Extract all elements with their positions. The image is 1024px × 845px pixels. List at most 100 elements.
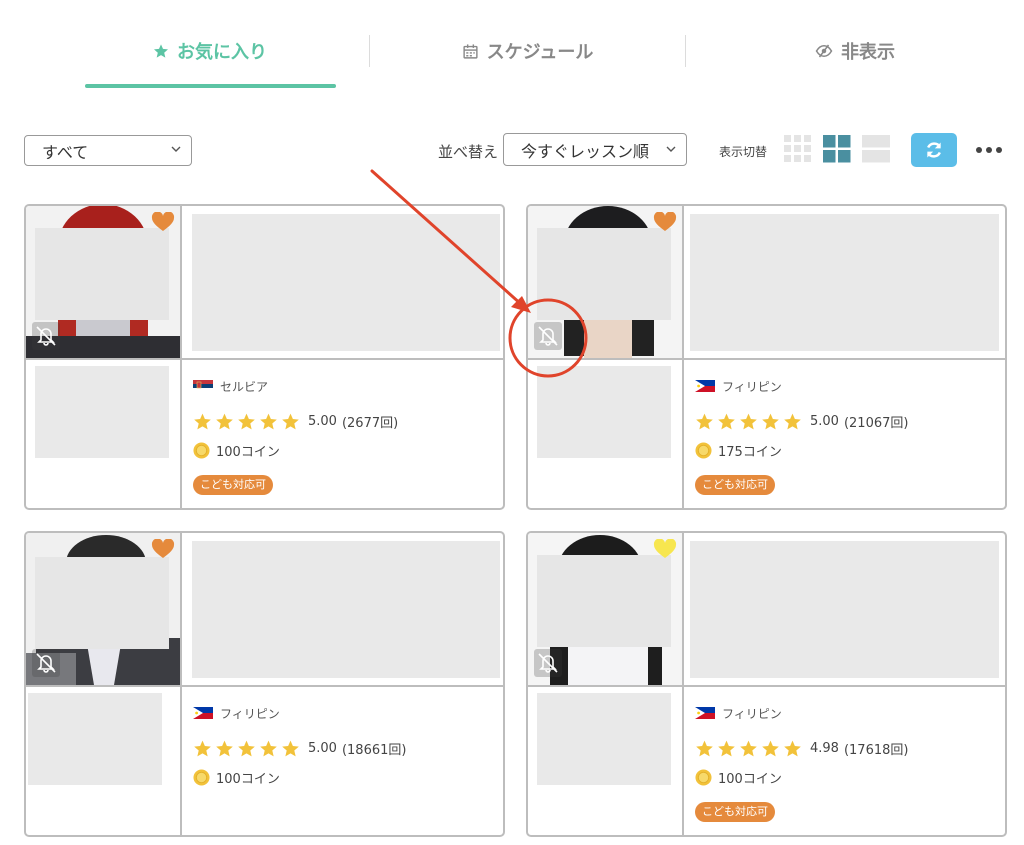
notification-off-icon[interactable] bbox=[32, 649, 60, 677]
intro-video-placeholder[interactable] bbox=[690, 214, 999, 351]
refresh-icon bbox=[927, 142, 941, 158]
star-icon bbox=[238, 740, 255, 756]
card-divider bbox=[528, 685, 1005, 687]
card-divider bbox=[26, 685, 503, 687]
favorite-heart-icon[interactable] bbox=[151, 539, 175, 559]
view-grid-3-button[interactable] bbox=[784, 134, 812, 164]
eye-slash-icon bbox=[815, 44, 833, 58]
tab-favorites[interactable]: お気に入り bbox=[85, 28, 335, 74]
active-tab-indicator bbox=[85, 84, 336, 88]
calendar-icon bbox=[463, 43, 478, 59]
star-rating bbox=[695, 739, 802, 758]
star-icon bbox=[784, 740, 801, 756]
intro-video-placeholder[interactable] bbox=[192, 541, 500, 678]
teacher-info: フィリピン 5.00 (18661回) 100コイン bbox=[193, 705, 493, 787]
teacher-card[interactable]: フィリピン 5.00 (18661回) 100コイン bbox=[24, 531, 505, 837]
coin-icon bbox=[695, 441, 712, 459]
tab-bar: お気に入り スケジュール 非表示 bbox=[0, 0, 1024, 100]
star-icon bbox=[740, 413, 757, 429]
intro-video-placeholder[interactable] bbox=[192, 214, 500, 351]
view-list-button[interactable] bbox=[862, 134, 890, 164]
teacher-info: フィリピン 5.00 (21067回) 175コイン こども対応可 bbox=[695, 378, 995, 495]
more-options-button[interactable] bbox=[972, 136, 1006, 164]
star-icon bbox=[194, 413, 211, 429]
country-name: セルビア bbox=[220, 379, 269, 394]
photo-privacy-mask bbox=[35, 228, 169, 320]
philippines-flag-icon bbox=[695, 707, 715, 719]
kids-ok-badge: こども対応可 bbox=[695, 802, 775, 822]
price: 100コイン bbox=[193, 767, 493, 787]
image-placeholder bbox=[28, 693, 162, 785]
teacher-card[interactable]: フィリピン 5.00 (21067回) 175コイン こども対応可 bbox=[526, 204, 1007, 510]
rating: 5.00 (21067回) bbox=[695, 411, 995, 431]
star-icon bbox=[216, 413, 233, 429]
notification-off-icon[interactable] bbox=[534, 322, 562, 350]
chevron-down-icon bbox=[666, 146, 676, 152]
star-rating bbox=[193, 412, 300, 431]
kids-ok-badge: こども対応可 bbox=[193, 475, 273, 495]
image-placeholder bbox=[35, 366, 169, 458]
country-name: フィリピン bbox=[722, 706, 782, 721]
star-icon bbox=[762, 413, 779, 429]
country: フィリピン bbox=[695, 378, 995, 394]
intro-video-placeholder[interactable] bbox=[690, 541, 999, 678]
teacher-photo bbox=[528, 206, 682, 358]
coin-price: 100コイン bbox=[216, 444, 280, 460]
notification-off-icon[interactable] bbox=[534, 649, 562, 677]
price: 175コイン bbox=[695, 440, 995, 460]
list-icon bbox=[862, 135, 890, 163]
star-icon bbox=[718, 740, 735, 756]
favorite-heart-icon[interactable] bbox=[653, 539, 677, 559]
rating-value: 5.00 bbox=[308, 740, 337, 756]
lesson-count: (21067回) bbox=[843, 415, 909, 431]
chevron-down-icon bbox=[171, 146, 181, 152]
sort-select[interactable]: 今すぐレッスン順 bbox=[503, 133, 687, 166]
more-dot-icon bbox=[996, 147, 1002, 153]
country-name: フィリピン bbox=[220, 706, 280, 721]
teacher-photo bbox=[26, 206, 180, 358]
card-divider bbox=[528, 358, 1005, 360]
filter-select[interactable]: すべて bbox=[24, 135, 192, 166]
coin-price: 175コイン bbox=[718, 444, 782, 460]
teacher-photo bbox=[528, 533, 682, 685]
rating-value: 4.98 bbox=[810, 740, 839, 756]
rating: 4.98 (17618回) bbox=[695, 738, 995, 758]
grid-3-icon bbox=[784, 135, 811, 162]
star-icon bbox=[260, 740, 277, 756]
tab-label: スケジュール bbox=[486, 42, 594, 63]
country-name: フィリピン bbox=[722, 379, 782, 394]
kids-ok-badge: こども対応可 bbox=[695, 475, 775, 495]
philippines-flag-icon bbox=[695, 380, 715, 392]
coin-icon bbox=[193, 441, 210, 459]
teacher-photo bbox=[26, 533, 180, 685]
refresh-button[interactable] bbox=[911, 133, 957, 167]
tab-label: 非表示 bbox=[841, 42, 895, 63]
favorite-heart-icon[interactable] bbox=[653, 212, 677, 232]
star-icon bbox=[740, 740, 757, 756]
grid-2-icon bbox=[823, 135, 851, 163]
card-divider bbox=[180, 206, 182, 508]
tab-label: お気に入り bbox=[177, 42, 267, 63]
star-icon bbox=[194, 740, 211, 756]
teacher-card[interactable]: フィリピン 4.98 (17618回) 100コイン こども対応可 bbox=[526, 531, 1007, 837]
teacher-card[interactable]: セルビア 5.00 (2677回) 100コイン こども対応可 bbox=[24, 204, 505, 510]
tab-schedule[interactable]: スケジュール bbox=[370, 28, 685, 74]
star-icon bbox=[696, 740, 713, 756]
country: セルビア bbox=[193, 378, 493, 394]
photo-privacy-mask bbox=[35, 557, 169, 649]
view-toggle-label: 表示切替 bbox=[719, 145, 768, 159]
notification-off-icon[interactable] bbox=[32, 322, 60, 350]
view-grid-2-button[interactable] bbox=[823, 134, 851, 164]
star-icon bbox=[762, 740, 779, 756]
more-dot-icon bbox=[986, 147, 992, 153]
favorite-heart-icon[interactable] bbox=[151, 212, 175, 232]
rating-value: 5.00 bbox=[810, 413, 839, 429]
coin-icon bbox=[695, 768, 712, 786]
more-dot-icon bbox=[976, 147, 982, 153]
country: フィリピン bbox=[695, 705, 995, 721]
tab-hidden[interactable]: 非表示 bbox=[686, 28, 1024, 74]
card-divider bbox=[682, 206, 684, 508]
star-icon bbox=[282, 740, 299, 756]
serbia-flag-icon bbox=[193, 380, 213, 392]
rating-value: 5.00 bbox=[308, 413, 337, 429]
